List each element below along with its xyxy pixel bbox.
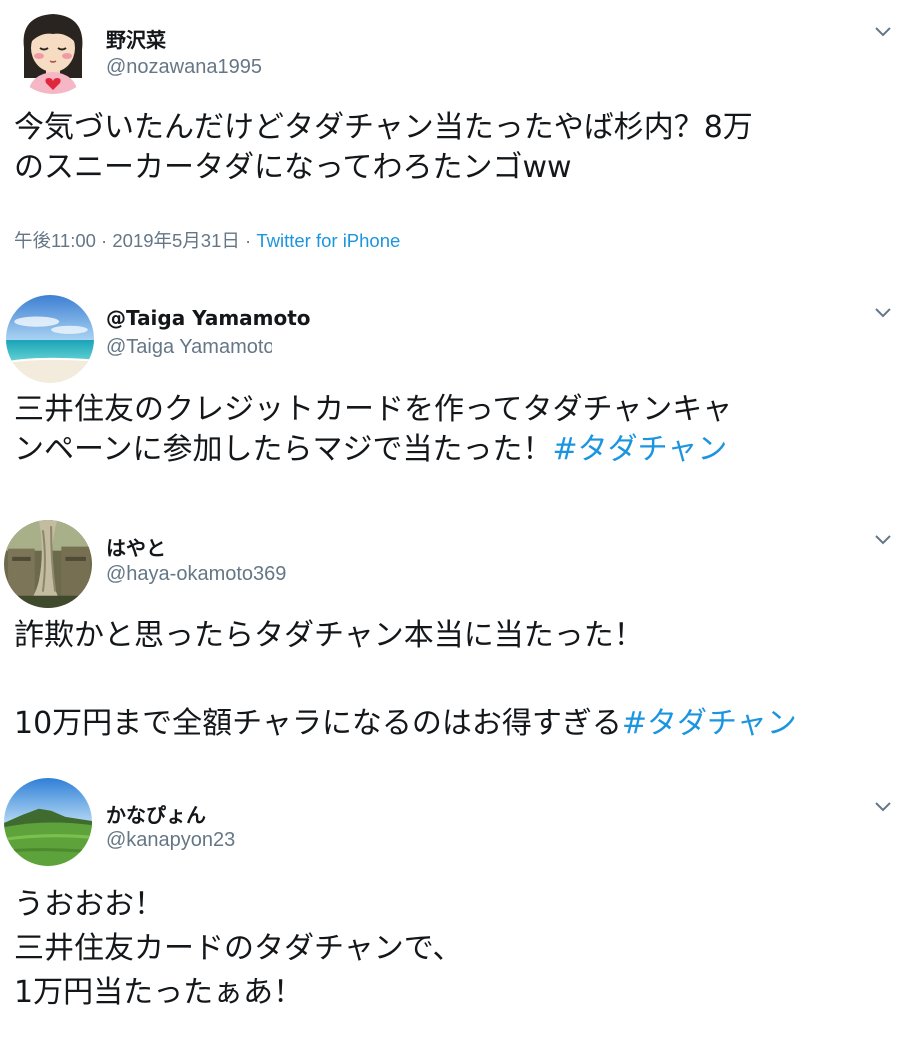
tweet-text: 詐欺かと思ったらタダチャン本当に当たった！ 10万円まで全額チャラになるのはお得…: [14, 614, 797, 746]
avatar[interactable]: [10, 8, 96, 94]
beach-photo-avatar: [6, 295, 94, 383]
chevron-down-icon[interactable]: [874, 801, 892, 813]
meta-separator: ·: [239, 230, 257, 251]
user-handle[interactable]: @kanapyon23: [106, 829, 235, 852]
tweet-meta: 午後11:00 · 2019年5月31日 · Twitter for iPhon…: [14, 227, 400, 253]
tweet-line: ンペーンに参加したらマジで当たった！: [14, 432, 553, 467]
chevron-down-icon[interactable]: [874, 307, 892, 319]
chevron-down-icon[interactable]: [874, 534, 892, 546]
tweet-line: 今気づいたんだけどタダチャン当たったやば杉内？8万: [14, 110, 753, 145]
cartoon-girl-avatar: [10, 8, 96, 94]
source-link[interactable]: Twitter for iPhone: [256, 230, 400, 251]
tweet-line: 10万円まで全額チャラになるのはお得すぎる: [14, 706, 622, 741]
display-name[interactable]: @Taiga Yamamoto: [106, 306, 311, 330]
display-name[interactable]: 野沢菜: [106, 24, 166, 53]
display-name[interactable]: はやと: [106, 532, 166, 561]
tweet-1: 野沢菜 @nozawana1995 今気づいたんだけどタダチャン当たったやば杉内…: [0, 0, 914, 262]
tweet-line: 三井住友のクレジットカードを作ってタダチャンキャ: [14, 392, 733, 427]
display-name[interactable]: かなぴょん: [106, 799, 206, 828]
hashtag-link[interactable]: #タダチャン: [622, 706, 797, 741]
tweet-text: うおおお！ 三井住友カードのタダチャンで、 1万円当たったぁあ！: [14, 883, 463, 1015]
tweet-text: 三井住友のクレジットカードを作ってタダチャンキャ ンペーンに参加したらマジで当た…: [14, 390, 732, 470]
tweet-line: のスニーカータダになってわろたンゴww: [14, 150, 572, 185]
chevron-down-icon[interactable]: [874, 26, 892, 38]
timestamp[interactable]: 午後11:00 · 2019年5月31日: [14, 230, 240, 251]
user-handle[interactable]: @Taiga Yamamoto: [106, 336, 272, 359]
tweet-line: 三井住友カードのタダチャンで、: [14, 931, 463, 966]
hashtag-link[interactable]: #タダチャン: [553, 432, 728, 467]
avatar[interactable]: [4, 778, 92, 866]
avatar[interactable]: [4, 520, 92, 608]
tweet-text: 今気づいたんだけどタダチャン当たったやば杉内？8万 のスニーカータダになってわろ…: [14, 108, 753, 188]
tweet-line: 詐欺かと思ったらタダチャン本当に当たった！: [14, 618, 644, 653]
ruins-photo-avatar: [4, 520, 92, 608]
user-handle[interactable]: @nozawana1995: [106, 56, 262, 79]
user-handle[interactable]: @haya-okamoto369: [106, 563, 286, 586]
tweet-line: 1万円当たったぁあ！: [14, 975, 304, 1010]
mountain-photo-avatar: [4, 778, 92, 866]
tweet-line: うおおお！: [14, 887, 164, 922]
avatar[interactable]: [6, 295, 94, 383]
